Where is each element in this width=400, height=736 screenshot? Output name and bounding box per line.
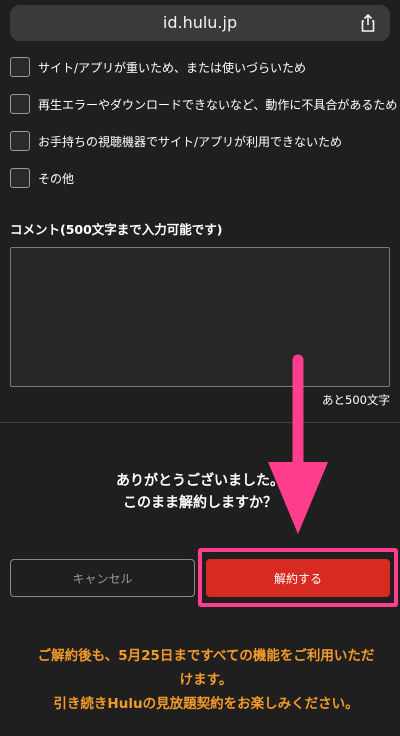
divider	[0, 422, 400, 423]
browser-url-bar: id.hulu.jp	[0, 0, 400, 48]
option-label: お手持ちの視聴機器でサイト/アプリが利用できないため	[38, 134, 343, 149]
comment-textarea[interactable]	[10, 247, 390, 387]
checkbox[interactable]	[10, 168, 30, 188]
notice-line-2: けます。	[179, 672, 233, 688]
option-heavy-hard-to-use[interactable]: サイト/アプリが重いため、または使いづらいため	[10, 56, 306, 78]
notice-line-3: 引き続きHuluの見放題契約をお楽しみください。	[53, 696, 359, 712]
checkbox[interactable]	[10, 94, 30, 114]
option-label: サイト/アプリが重いため、または使いづらいため	[38, 60, 307, 75]
option-other[interactable]: その他	[10, 167, 74, 189]
confirmation-message: ありがとうございました。 このまま解約しますか？	[0, 470, 400, 514]
checkbox[interactable]	[10, 131, 30, 151]
option-label: 再生エラーやダウンロードできないなど、動作に不具合があるため	[38, 97, 398, 112]
address-pill[interactable]: id.hulu.jp	[10, 5, 390, 41]
checkbox[interactable]	[10, 57, 30, 77]
confirmation-line-2: このまま解約しますか？	[123, 495, 277, 511]
share-icon[interactable]	[358, 13, 378, 33]
character-counter: あと500文字	[322, 393, 390, 407]
option-label: その他	[38, 171, 75, 186]
post-cancellation-notice: ご解約後も、5月25日まですべての機能をご利用いただ けます。 引き続きHulu…	[26, 644, 386, 716]
cancel-membership-button[interactable]: 解約する	[206, 559, 390, 597]
confirmation-line-1: ありがとうございました。	[116, 473, 284, 489]
comment-label: コメント(500文字まで入力可能です)	[10, 222, 223, 237]
notice-line-1: ご解約後も、5月25日まですべての機能をご利用いただ	[37, 648, 375, 664]
option-playback-error[interactable]: 再生エラーやダウンロードできないなど、動作に不具合があるため	[10, 93, 397, 115]
cancel-button[interactable]: キャンセル	[10, 559, 195, 597]
url-text[interactable]: id.hulu.jp	[10, 5, 390, 41]
option-device-unsupported[interactable]: お手持ちの視聴機器でサイト/アプリが利用できないため	[10, 130, 342, 152]
